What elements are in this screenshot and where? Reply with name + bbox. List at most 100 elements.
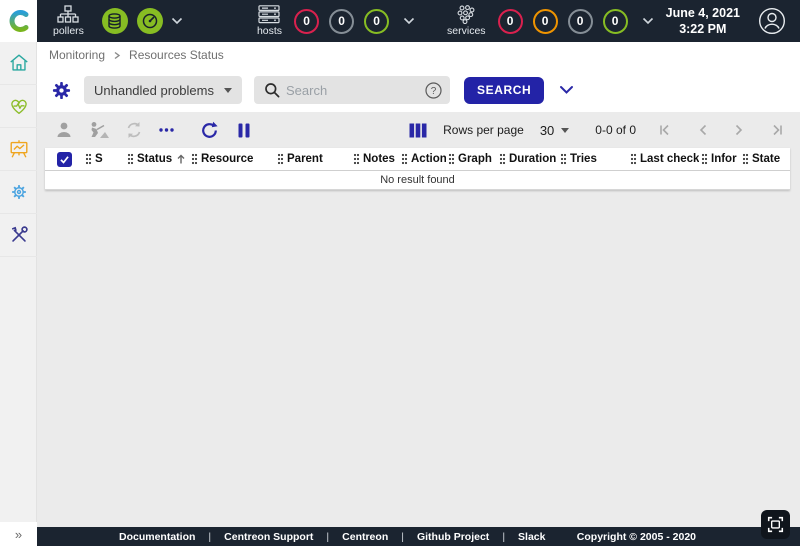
footer-link-centreon[interactable]: Centreon bbox=[342, 531, 388, 543]
hosts-label: hosts bbox=[257, 25, 282, 37]
sidebar-item-reporting[interactable] bbox=[0, 128, 37, 171]
pollers-chevron-down-icon[interactable] bbox=[171, 17, 183, 25]
column-grip-icon[interactable] bbox=[560, 153, 567, 165]
reporting-chart-icon bbox=[8, 138, 30, 160]
header-cell-status[interactable]: Status bbox=[125, 148, 189, 170]
select-all-checkbox[interactable] bbox=[57, 152, 72, 167]
services-unknown-count[interactable]: 0 bbox=[568, 9, 593, 34]
search-box: ? bbox=[254, 76, 450, 104]
header-cell-severity[interactable]: S bbox=[83, 148, 125, 170]
column-grip-icon[interactable] bbox=[448, 153, 455, 165]
footer-separator: | bbox=[326, 531, 329, 543]
check-icon bbox=[59, 154, 70, 165]
database-status-badge[interactable] bbox=[102, 8, 128, 34]
fullscreen-icon bbox=[767, 516, 784, 533]
pagination-range: 0-0 of 0 bbox=[595, 123, 636, 137]
table-header-row: S Status Resource Parent Notes bbox=[45, 148, 790, 171]
latency-status-badge[interactable] bbox=[137, 8, 163, 34]
centreon-logo[interactable] bbox=[0, 0, 37, 42]
filter-preset-select[interactable]: Unhandled problems bbox=[84, 76, 242, 104]
services-warning-count[interactable]: 0 bbox=[533, 9, 558, 34]
refresh-icon[interactable] bbox=[200, 121, 219, 140]
column-grip-icon[interactable] bbox=[191, 153, 198, 165]
column-grip-icon[interactable] bbox=[630, 153, 637, 165]
search-icon bbox=[264, 82, 280, 98]
services-ok-count[interactable]: 0 bbox=[603, 9, 628, 34]
column-grip-icon[interactable] bbox=[742, 153, 749, 165]
first-page-icon[interactable] bbox=[658, 123, 672, 137]
header-cell-duration[interactable]: Duration bbox=[497, 148, 558, 170]
sidebar-expand-button[interactable]: » bbox=[0, 522, 37, 546]
sidebar-item-configuration[interactable] bbox=[0, 171, 37, 214]
rows-per-page-select[interactable]: 30 bbox=[540, 123, 569, 138]
set-downtime-icon[interactable] bbox=[88, 121, 110, 139]
sidebar-item-monitoring[interactable] bbox=[0, 85, 37, 128]
search-input[interactable] bbox=[280, 83, 425, 98]
pause-icon[interactable] bbox=[238, 123, 250, 138]
column-grip-icon[interactable] bbox=[701, 153, 708, 165]
footer-link-github-project[interactable]: Github Project bbox=[417, 531, 489, 543]
column-grip-icon[interactable] bbox=[277, 153, 284, 165]
clock-date: June 4, 2021 bbox=[666, 5, 740, 21]
footer: Documentation | Centreon Support | Centr… bbox=[37, 527, 800, 546]
footer-copyright: Copyright © 2005 - 2020 bbox=[577, 531, 696, 543]
services-group[interactable]: services bbox=[447, 5, 486, 37]
header-cell-select bbox=[45, 148, 83, 170]
filter-expand-chevron-icon[interactable] bbox=[559, 85, 574, 95]
column-grip-icon[interactable] bbox=[353, 153, 360, 165]
column-grip-icon[interactable] bbox=[401, 153, 408, 165]
header-cell-notes[interactable]: Notes bbox=[351, 148, 399, 170]
footer-link-slack[interactable]: Slack bbox=[518, 531, 545, 543]
search-button[interactable]: SEARCH bbox=[464, 77, 544, 104]
user-avatar[interactable] bbox=[758, 7, 786, 35]
header-cell-graph[interactable]: Graph bbox=[446, 148, 497, 170]
footer-separator: | bbox=[401, 531, 404, 543]
header-cell-parent[interactable]: Parent bbox=[275, 148, 351, 170]
resources-toolbar: Rows per page 30 0-0 of 0 bbox=[37, 112, 800, 148]
sort-ascending-icon[interactable] bbox=[176, 153, 186, 165]
header-cell-tries[interactable]: Tries bbox=[558, 148, 628, 170]
filter-preset-caret-icon bbox=[224, 88, 232, 93]
svg-text:?: ? bbox=[431, 86, 437, 97]
column-grip-icon[interactable] bbox=[127, 153, 134, 165]
services-icon bbox=[455, 5, 477, 24]
filter-settings-gear-icon[interactable] bbox=[52, 81, 71, 100]
more-actions-icon[interactable] bbox=[158, 127, 175, 133]
last-page-icon[interactable] bbox=[770, 123, 784, 137]
hosts-chevron-down-icon[interactable] bbox=[403, 17, 415, 25]
configuration-gear-icon bbox=[8, 181, 30, 203]
header-cell-information[interactable]: Infor bbox=[699, 148, 740, 170]
centreon-logo-icon bbox=[6, 8, 32, 34]
sidebar-item-administration[interactable] bbox=[0, 214, 37, 257]
hosts-group[interactable]: hosts bbox=[257, 5, 282, 37]
header-cell-action[interactable]: Action bbox=[399, 148, 446, 170]
resources-table: S Status Resource Parent Notes bbox=[45, 148, 790, 190]
hosts-down-count[interactable]: 0 bbox=[294, 9, 319, 34]
filter-preset-value: Unhandled problems bbox=[94, 83, 214, 98]
search-help-icon[interactable]: ? bbox=[425, 82, 442, 99]
sidebar-item-home[interactable] bbox=[0, 42, 37, 85]
acknowledge-icon[interactable] bbox=[55, 121, 73, 139]
fullscreen-button[interactable] bbox=[761, 510, 790, 539]
hosts-icon bbox=[258, 5, 280, 24]
hosts-up-count[interactable]: 0 bbox=[364, 9, 389, 34]
footer-link-centreon-support[interactable]: Centreon Support bbox=[224, 531, 313, 543]
previous-page-icon[interactable] bbox=[698, 123, 708, 137]
next-page-icon[interactable] bbox=[734, 123, 744, 137]
edit-columns-icon[interactable] bbox=[409, 123, 427, 138]
column-grip-icon[interactable] bbox=[85, 153, 92, 165]
check-sync-icon[interactable] bbox=[125, 121, 143, 139]
hosts-unreachable-count[interactable]: 0 bbox=[329, 9, 354, 34]
empty-message: No result found bbox=[380, 174, 455, 186]
breadcrumb-item-monitoring[interactable]: Monitoring bbox=[49, 48, 105, 62]
centreon-app: pollers bbox=[0, 0, 800, 546]
footer-links: Documentation | Centreon Support | Centr… bbox=[119, 531, 546, 543]
services-chevron-down-icon[interactable] bbox=[642, 17, 654, 25]
footer-link-documentation[interactable]: Documentation bbox=[119, 531, 195, 543]
header-cell-resource[interactable]: Resource bbox=[189, 148, 275, 170]
header-cell-last-check[interactable]: Last check bbox=[628, 148, 699, 170]
column-grip-icon[interactable] bbox=[499, 153, 506, 165]
pollers-group[interactable]: pollers bbox=[53, 5, 84, 37]
header-cell-state[interactable]: State bbox=[740, 148, 790, 170]
services-critical-count[interactable]: 0 bbox=[498, 9, 523, 34]
